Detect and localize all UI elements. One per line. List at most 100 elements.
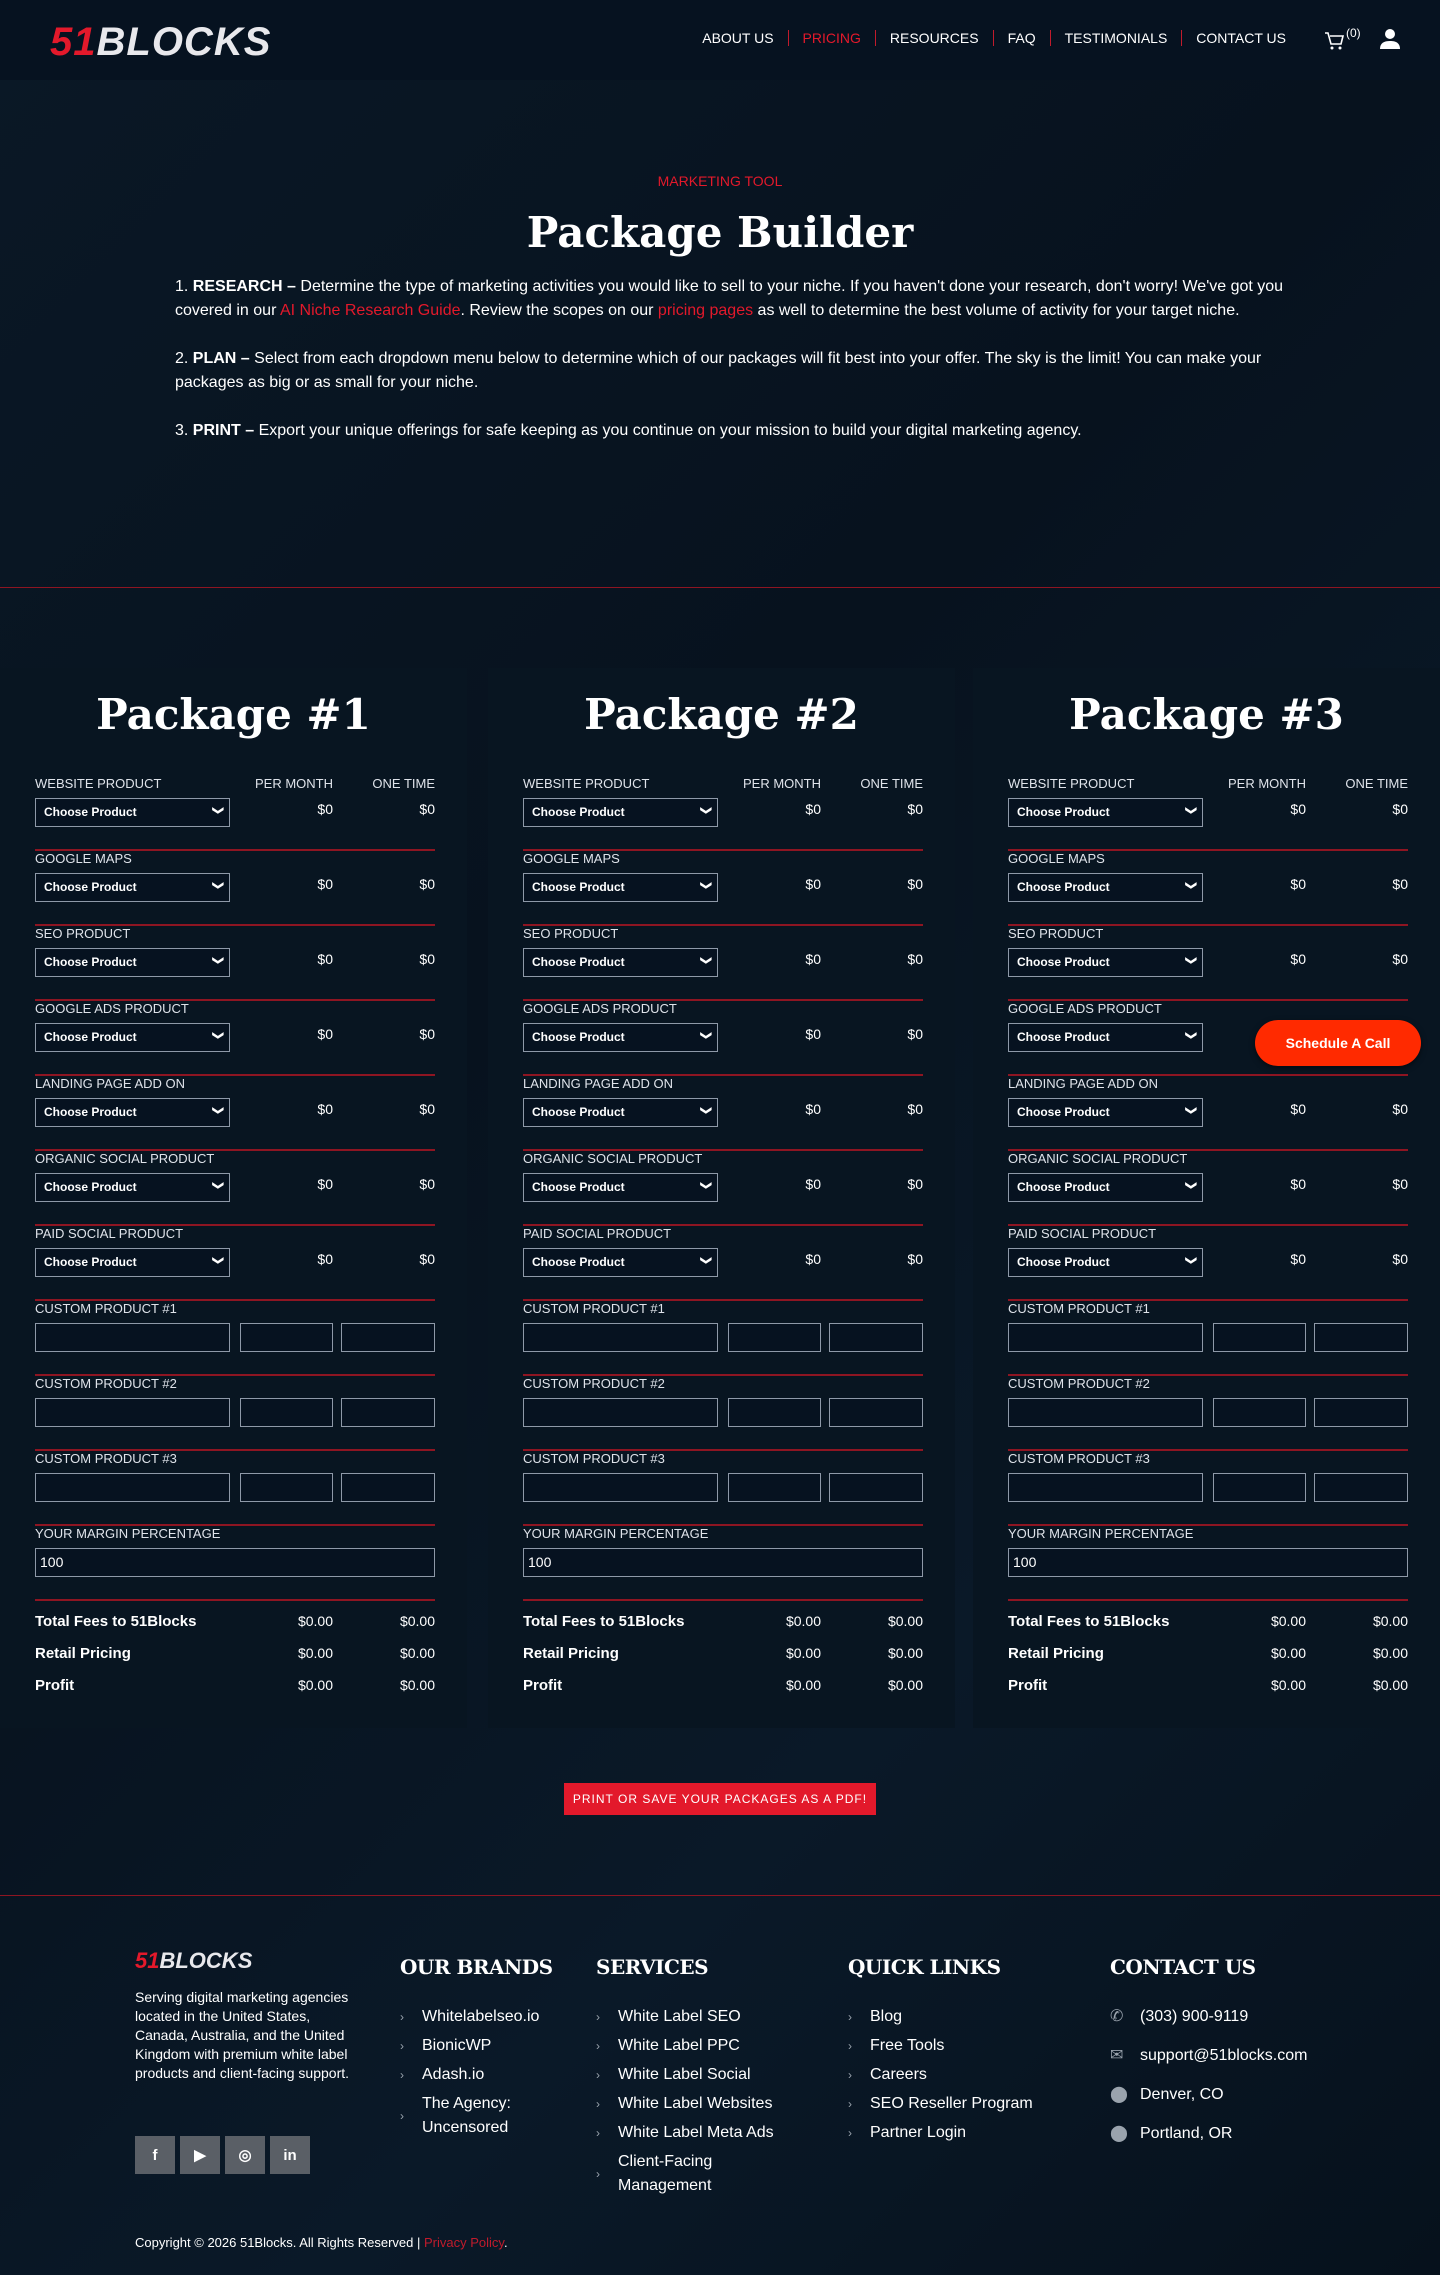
product-select[interactable]: Choose Product ❯ — [35, 1248, 230, 1277]
print-pdf-button[interactable]: PRINT OR SAVE YOUR PACKAGES AS A PDF! — [564, 1783, 876, 1815]
custom-product-name-input[interactable] — [523, 1398, 718, 1427]
footer-link[interactable]: › Free Tools — [848, 2034, 1033, 2058]
logo[interactable]: 51BLOCKS — [50, 20, 271, 65]
contact-email[interactable]: ✉ support@51blocks.com — [1110, 2044, 1307, 2068]
custom-per-month-input[interactable] — [1213, 1473, 1306, 1502]
custom-one-time-input[interactable] — [1314, 1398, 1408, 1427]
footer-link[interactable]: › Careers — [848, 2063, 1033, 2087]
custom-per-month-input[interactable] — [1213, 1398, 1306, 1427]
nav-pricing[interactable]: PRICING — [787, 30, 875, 46]
margin-percentage-input[interactable]: 100 — [35, 1548, 435, 1577]
custom-per-month-input[interactable] — [728, 1323, 821, 1352]
nav-testimonials[interactable]: TESTIMONIALS — [1049, 30, 1182, 46]
product-select[interactable]: Choose Product ❯ — [523, 948, 718, 977]
custom-per-month-input[interactable] — [728, 1473, 821, 1502]
footer-logo[interactable]: 51BLOCKS — [135, 1948, 252, 1974]
ai-niche-guide-link[interactable]: AI Niche Research Guide — [280, 302, 461, 319]
custom-per-month-input[interactable] — [240, 1398, 333, 1427]
margin-percentage-input[interactable]: 100 — [1008, 1548, 1408, 1577]
per-month-price: $0 — [1290, 876, 1306, 892]
custom-per-month-input[interactable] — [240, 1473, 333, 1502]
facebook-icon[interactable]: f — [135, 2136, 175, 2174]
custom-product-name-input[interactable] — [35, 1398, 230, 1427]
product-select[interactable]: Choose Product ❯ — [523, 1173, 718, 1202]
footer-link[interactable]: › White Label Social — [596, 2063, 774, 2087]
footer-link[interactable]: › Partner Login — [848, 2121, 1033, 2145]
product-select[interactable]: Choose Product ❯ — [523, 798, 718, 827]
footer-link[interactable]: › Blog — [848, 2005, 1033, 2029]
product-label: GOOGLE ADS PRODUCT — [523, 1001, 677, 1016]
cart-button[interactable]: (0) — [1324, 26, 1361, 52]
custom-one-time-input[interactable] — [341, 1473, 435, 1502]
custom-one-time-input[interactable] — [341, 1398, 435, 1427]
footer-link[interactable]: › White Label Meta Ads — [596, 2121, 774, 2145]
footer-link[interactable]: › White Label SEO — [596, 2005, 774, 2029]
chevron-down-icon: ❯ — [1184, 880, 1197, 891]
product-select[interactable]: Choose Product ❯ — [1008, 948, 1203, 977]
privacy-policy-link[interactable]: Privacy Policy — [424, 2235, 504, 2250]
custom-one-time-input[interactable] — [829, 1323, 923, 1352]
custom-one-time-input[interactable] — [341, 1323, 435, 1352]
product-select[interactable]: Choose Product ❯ — [523, 1098, 718, 1127]
footer-link[interactable]: › SEO Reseller Program — [848, 2092, 1033, 2116]
custom-product-name-input[interactable] — [35, 1473, 230, 1502]
youtube-icon[interactable]: ▶ — [180, 2136, 220, 2174]
custom-one-time-input[interactable] — [829, 1398, 923, 1427]
page-title: Package Builder — [526, 208, 914, 257]
contact-phone[interactable]: ✆ (303) 900-9119 — [1110, 2005, 1307, 2029]
custom-product-name-input[interactable] — [1008, 1398, 1203, 1427]
schedule-call-button[interactable]: Schedule A Call — [1255, 1020, 1421, 1066]
custom-per-month-input[interactable] — [728, 1398, 821, 1427]
product-select[interactable]: Choose Product ❯ — [35, 1098, 230, 1127]
product-select[interactable]: Choose Product ❯ — [35, 1023, 230, 1052]
product-select[interactable]: Choose Product ❯ — [1008, 1173, 1203, 1202]
footer-link[interactable]: › Whitelabelseo.io — [400, 2005, 553, 2029]
product-select[interactable]: Choose Product ❯ — [523, 1248, 718, 1277]
totals-row: Retail Pricing $0.00 $0.00 — [523, 1645, 923, 1677]
custom-one-time-input[interactable] — [1314, 1323, 1408, 1352]
nav-contact-us[interactable]: CONTACT US — [1181, 30, 1300, 46]
footer-link[interactable]: › Client-Facing Management — [596, 2150, 746, 2198]
product-select[interactable]: Choose Product ❯ — [523, 1023, 718, 1052]
product-row: ORGANIC SOCIAL PRODUCT Choose Product ❯ $0 $… — [1008, 1151, 1408, 1226]
product-select[interactable]: Choose Product ❯ — [1008, 873, 1203, 902]
product-select[interactable]: Choose Product ❯ — [35, 798, 230, 827]
product-label: SEO PRODUCT — [523, 926, 619, 941]
footer-link[interactable]: › The Agency: Uncensored — [400, 2092, 520, 2140]
custom-product-name-input[interactable] — [523, 1323, 718, 1352]
product-select[interactable]: Choose Product ❯ — [1008, 1248, 1203, 1277]
footer-link[interactable]: › Adash.io — [400, 2063, 553, 2087]
product-select[interactable]: Choose Product ❯ — [35, 1173, 230, 1202]
product-select[interactable]: Choose Product ❯ — [1008, 1098, 1203, 1127]
nav-resources[interactable]: RESOURCES — [874, 30, 993, 46]
custom-per-month-input[interactable] — [240, 1323, 333, 1352]
custom-product-name-input[interactable] — [1008, 1323, 1203, 1352]
pricing-pages-link[interactable]: pricing pages — [658, 302, 753, 319]
margin-percentage-input[interactable]: 100 — [523, 1548, 923, 1577]
user-account-icon[interactable] — [1380, 28, 1400, 50]
chevron-right-icon: › — [848, 2126, 852, 2140]
totals-row: Total Fees to 51Blocks $0.00 $0.00 — [523, 1613, 923, 1645]
product-select[interactable]: Choose Product ❯ — [523, 873, 718, 902]
custom-product-name-input[interactable] — [523, 1473, 718, 1502]
custom-one-time-input[interactable] — [829, 1473, 923, 1502]
footer-link[interactable]: › BionicWP — [400, 2034, 553, 2058]
product-select[interactable]: Choose Product ❯ — [1008, 798, 1203, 827]
linkedin-icon[interactable]: in — [270, 2136, 310, 2174]
footer-link[interactable]: › White Label Websites — [596, 2092, 774, 2116]
product-select[interactable]: Choose Product ❯ — [1008, 1023, 1203, 1052]
package-title: Package #3 — [1069, 690, 1344, 739]
product-row: GOOGLE ADS PRODUCT Choose Product ❯ $0 $0 — [523, 1001, 923, 1076]
custom-product-name-input[interactable] — [35, 1323, 230, 1352]
nav-about-us[interactable]: ABOUT US — [688, 30, 787, 46]
custom-per-month-input[interactable] — [1213, 1323, 1306, 1352]
custom-one-time-input[interactable] — [1314, 1473, 1408, 1502]
instagram-icon[interactable]: ◎ — [225, 2136, 265, 2174]
footer-link[interactable]: › White Label PPC — [596, 2034, 774, 2058]
per-month-price: $0 — [805, 1176, 821, 1192]
custom-product-name-input[interactable] — [1008, 1473, 1203, 1502]
nav-faq[interactable]: FAQ — [992, 30, 1050, 46]
product-select[interactable]: Choose Product ❯ — [35, 948, 230, 977]
product-select[interactable]: Choose Product ❯ — [35, 873, 230, 902]
product-row: LANDING PAGE ADD ON Choose Product ❯ $0 $0 — [35, 1076, 435, 1151]
